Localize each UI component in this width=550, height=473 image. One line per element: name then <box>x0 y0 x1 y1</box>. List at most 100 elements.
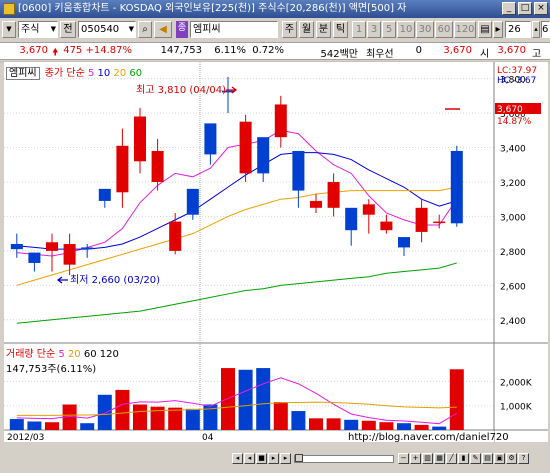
priority-price: 3,670 <box>443 45 472 56</box>
menu-arrow-icon[interactable]: ▼ <box>2 21 16 38</box>
stock-tag: 엠피씨 <box>6 67 40 80</box>
scroll-thumb[interactable] <box>295 454 303 462</box>
volume-bar <box>326 418 341 430</box>
config-icon[interactable]: ⚙ <box>506 453 517 464</box>
lc-label: LC:37.97 <box>497 66 537 76</box>
price-tick-label: 3,000 <box>500 213 526 223</box>
period-week-button[interactable]: 주 <box>282 21 297 38</box>
low-annotation: 최저 2,660 (03/20) <box>70 274 160 286</box>
current-price: 3,670 <box>19 45 48 56</box>
ma5-label: 5 <box>87 68 95 79</box>
save-icon[interactable]: ▣ <box>494 453 505 464</box>
price-tick-label: 2,800 <box>500 248 526 258</box>
toolbar: ▼ 주식 ▼ 전 050540 ▼ ⌕ ◀ 종 엠피씨 주 월 분 틱 1 3 … <box>0 19 550 41</box>
candle-body <box>345 207 358 231</box>
scroll-track[interactable] <box>294 454 394 463</box>
candle-body <box>274 104 287 138</box>
volume-bar <box>379 422 394 430</box>
hc-label: HC:-3.67 <box>497 76 536 86</box>
tick-5-button[interactable]: 5 <box>382 21 396 38</box>
bottom-nav-bar: ◂ ◂ ■ ▸ ▸ − + ▥ ▦ ╱ ▮ ✎ ▤ ▣ ⚙ ? <box>0 448 550 473</box>
tick-30-button[interactable]: 30 <box>416 21 434 38</box>
stock-code-input[interactable]: 050540 ▼ <box>78 21 136 38</box>
count-input[interactable]: 26 <box>505 21 531 38</box>
candle-body <box>257 137 270 174</box>
period-minute-button[interactable]: 분 <box>316 21 331 38</box>
stock-name-field: 엠피씨 <box>190 21 278 38</box>
tick-3-button[interactable]: 3 <box>367 21 381 38</box>
period-tick-button[interactable]: 틱 <box>333 21 348 38</box>
speaker-icon[interactable]: ◀ <box>154 21 172 38</box>
prev-icon[interactable]: ◂ <box>244 453 255 464</box>
zoom-out-icon[interactable]: − <box>398 453 409 464</box>
vol-ma20-label: 20 <box>67 349 81 360</box>
market-select[interactable]: 주식 ▼ <box>18 21 58 38</box>
vol-ma60-label: 60 <box>83 349 97 360</box>
candle-body <box>10 243 23 250</box>
priority-qty: 0 <box>415 45 422 56</box>
volume-legend: 거래량 단순 5 20 60 120 147,753주(6.11%) <box>6 345 119 375</box>
play-icon[interactable]: ▸ <box>268 453 279 464</box>
up-arrow-icon: 🠝 <box>52 47 59 58</box>
close-button[interactable]: × <box>534 2 548 15</box>
volume-bar <box>168 407 183 430</box>
volume-bar <box>291 411 306 430</box>
tick-10-button[interactable]: 10 <box>397 21 415 38</box>
candle-body <box>63 243 76 265</box>
candle-body <box>362 204 375 215</box>
price-change-value: 475 <box>63 45 83 56</box>
price-tick-label: 3,200 <box>500 179 526 189</box>
maximize-button[interactable]: □ <box>518 2 532 15</box>
minimize-button[interactable]: _ <box>502 2 516 15</box>
chart-type-icon[interactable]: ▥ <box>422 453 433 464</box>
volume-legend-prefix: 거래량 단순 <box>6 349 56 360</box>
volume-current-label: 147,753주(6.11%) <box>6 364 97 375</box>
candle-body <box>450 150 463 224</box>
stock-type-badge: 종 <box>176 21 188 38</box>
current-pct-label: 14.87% <box>497 117 532 127</box>
ma20-label: 20 <box>113 68 127 79</box>
search-icon[interactable]: ⌕ <box>138 21 152 38</box>
expand-icon[interactable]: ▸ <box>493 21 503 38</box>
vol-ma120-label: 120 <box>99 349 119 360</box>
zoom-in-icon[interactable]: + <box>410 453 421 464</box>
price-tick-label: 2,600 <box>500 282 526 292</box>
prev-button[interactable]: 전 <box>60 21 76 38</box>
quote-info-bar: 3,670 🠝 475 +14.87% 147,753 6.11% 0.72% … <box>0 42 550 60</box>
line-icon[interactable]: ╱ <box>446 453 457 464</box>
volume-bar <box>133 404 147 430</box>
chart-svg[interactable]: 3,8003,6003,4003,2003,0002,8002,6002,400… <box>4 62 548 443</box>
tick-120-button[interactable]: 120 <box>454 21 476 38</box>
candle-body <box>433 221 446 224</box>
last-icon[interactable]: ▸ <box>280 453 291 464</box>
stop-icon[interactable]: ■ <box>256 453 267 464</box>
candle-body <box>292 150 305 191</box>
price-legend-prefix: 종가 단순 <box>44 68 85 79</box>
window-title: [0600] 키움종합차트 - KOSDAQ 외국인보유[225(천)] 주식수… <box>18 3 407 14</box>
tick-60-button[interactable]: 60 <box>435 21 453 38</box>
settings-icon[interactable]: ▤ <box>478 21 492 38</box>
ratio-value: 0.72% <box>252 45 284 56</box>
stock-code-value: 050540 <box>81 24 120 35</box>
volume-bar <box>397 423 411 430</box>
turnover-pct: 6.11% <box>214 45 246 56</box>
chevron-down-icon: ▼ <box>128 25 134 33</box>
candle-body <box>98 188 111 201</box>
grid-icon[interactable]: ▦ <box>434 453 445 464</box>
extra-input[interactable]: 60 <box>541 21 550 38</box>
help-icon[interactable]: ? <box>518 453 529 464</box>
first-icon[interactable]: ◂ <box>232 453 243 464</box>
candle-body <box>204 123 217 155</box>
candle-body <box>116 145 129 193</box>
volume-bar <box>97 394 112 430</box>
volume-bar <box>185 408 200 430</box>
chart-area[interactable]: 3,800 3,600 3,400 3,200 3,000 2,800 2,600 2,400… <box>4 62 548 443</box>
period-month-button[interactable]: 월 <box>299 21 314 38</box>
tick-1-button[interactable]: 1 <box>352 21 366 38</box>
candle-body <box>169 221 182 251</box>
print-icon[interactable]: ▤ <box>482 453 493 464</box>
bar-icon[interactable]: ▮ <box>458 453 469 464</box>
spinner-icon[interactable]: ▴ <box>532 21 540 38</box>
tool-icon[interactable]: ✎ <box>470 453 481 464</box>
candle-body <box>186 188 199 215</box>
